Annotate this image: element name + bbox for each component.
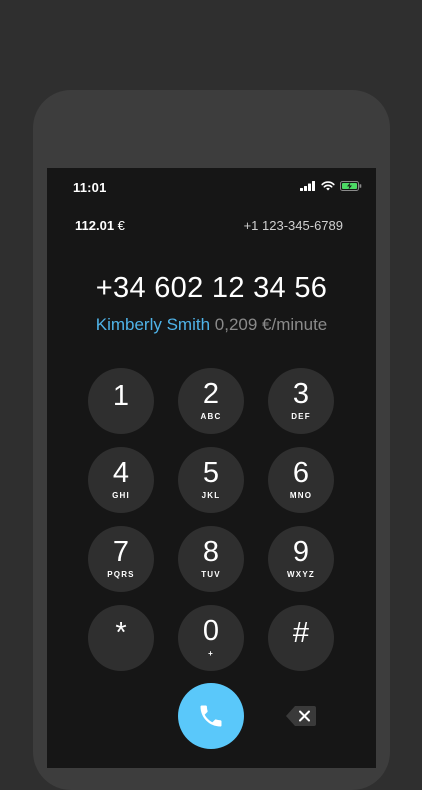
key-9[interactable]: 9 WXYZ [268,526,334,592]
call-rate: 0,209 €/minute [214,315,328,334]
key-letters: DEF [291,412,311,421]
key-digit: 0 [202,615,220,647]
status-bar: 11:01 [47,168,376,208]
call-button[interactable] [178,683,244,749]
key-digit: 5 [202,457,220,489]
key-3[interactable]: 3 DEF [268,368,334,434]
account-balance: 112.01 € [75,218,125,233]
dialed-number: +34 602 12 34 56 [95,272,328,304]
phone-screen: 11:01 112.01 € +1 123-345-6789 +34 602 1… [47,168,376,768]
contact-info: Kimberly Smith 0,209 €/minute [47,315,376,335]
key-digit: 9 [292,536,310,568]
keypad: 1 2 ABC 3 DEF 4 GHI 5 JKL 6 MNO 7 PQRS 8 [88,368,334,671]
backspace-icon [286,706,316,726]
key-2[interactable]: 2 ABC [178,368,244,434]
key-digit: # [292,617,310,649]
key-digit: 2 [202,378,220,410]
key-letters: MNO [289,491,313,500]
key-letters: JKL [201,491,221,500]
contact-name[interactable]: Kimberly Smith [96,315,210,334]
phone-icon [200,705,222,727]
key-star[interactable]: * [88,605,154,671]
cellular-signal-icon [300,181,315,191]
key-letters: GHI [112,491,130,500]
battery-charging-icon [340,181,362,191]
key-letters: + [208,649,214,658]
key-8[interactable]: 8 TUV [178,526,244,592]
own-phone-number: +1 123-345-6789 [243,218,343,233]
key-letters: ABC [200,412,222,421]
key-letters: TUV [201,570,221,579]
key-5[interactable]: 5 JKL [178,447,244,513]
status-time: 11:01 [73,180,107,195]
key-7[interactable]: 7 PQRS [88,526,154,592]
key-digit: * [115,617,127,649]
balance-amount: 112.01 [75,218,115,233]
key-0[interactable]: 0 + [178,605,244,671]
key-1[interactable]: 1 [88,368,154,434]
key-digit: 1 [112,380,130,412]
key-letters: PQRS [107,570,135,579]
key-digit: 8 [202,536,220,568]
delete-button[interactable] [285,704,317,728]
key-4[interactable]: 4 GHI [88,447,154,513]
wifi-icon [321,181,335,191]
status-icons [300,181,362,191]
key-letters: WXYZ [287,570,315,579]
key-digit: 4 [112,457,130,489]
balance-currency: € [117,218,125,233]
key-digit: 6 [292,457,310,489]
key-digit: 3 [292,378,310,410]
key-6[interactable]: 6 MNO [268,447,334,513]
key-hash[interactable]: # [268,605,334,671]
key-digit: 7 [112,536,130,568]
